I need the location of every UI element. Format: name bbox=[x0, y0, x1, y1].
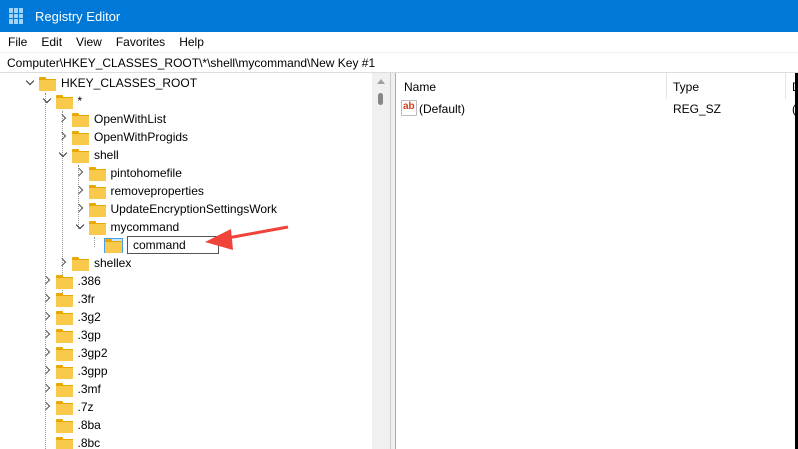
arrow-shaft bbox=[221, 225, 289, 241]
arrow-head bbox=[205, 229, 233, 250]
annotation-arrow bbox=[205, 225, 289, 250]
